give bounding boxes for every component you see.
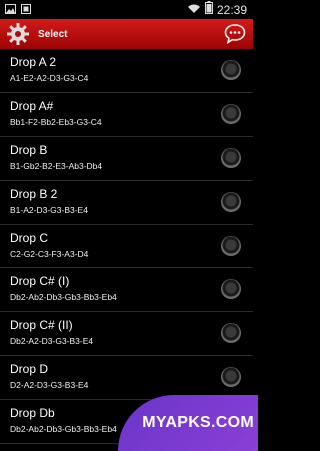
app-header: Select bbox=[0, 19, 253, 49]
radio-button[interactable] bbox=[221, 103, 241, 124]
radio-button[interactable] bbox=[221, 191, 241, 212]
radio-button[interactable] bbox=[221, 323, 241, 344]
tuning-notes: D2-A2-D3-G3-B3-E4 bbox=[10, 380, 89, 391]
status-bar: 22:39 bbox=[0, 0, 253, 19]
wifi-icon bbox=[187, 1, 201, 19]
image-icon bbox=[5, 1, 16, 19]
tuning-name: Drop C# (I) bbox=[10, 274, 70, 289]
list-item[interactable]: Drop C# (I) Db2-Ab2-Db3-Gb3-Bb3-Eb4 bbox=[0, 268, 253, 313]
tuning-name: Drop D bbox=[10, 362, 49, 377]
tuning-notes: Db2-Ab2-Db3-Gb3-Bb3-Eb4 bbox=[10, 424, 117, 435]
tuning-name: Drop B 2 bbox=[10, 186, 58, 201]
tuning-notes: Db2-A2-D3-G3-B3-E4 bbox=[10, 336, 94, 347]
tuning-name: Drop A 2 bbox=[10, 55, 57, 69]
list-item[interactable]: Drop D D2-A2-D3-G3-B3-E4 bbox=[0, 356, 253, 401]
radio-button[interactable] bbox=[221, 60, 241, 80]
tuning-notes: B1-A2-D3-G3-B3-E4 bbox=[10, 204, 88, 215]
list-item[interactable]: Drop B B1-Gb2-B2-E3-Ab3-Db4 bbox=[0, 137, 253, 181]
tuning-list: Drop A 2 A1-E2-A2-D3-G3-C4 Drop A# Bb1-F… bbox=[0, 49, 253, 450]
list-item[interactable]: Drop A# Bb1-F2-Bb2-Eb3-G3-C4 bbox=[0, 93, 253, 137]
radio-button[interactable] bbox=[221, 147, 241, 168]
screenshot-icon bbox=[21, 1, 31, 19]
tuning-name: Drop Db bbox=[10, 406, 55, 421]
list-item[interactable]: Drop C# (II) Db2-A2-D3-G3-B3-E4 bbox=[0, 312, 253, 357]
tuning-notes: Bb1-F2-Bb2-Eb3-G3-C4 bbox=[10, 116, 102, 127]
battery-icon bbox=[204, 0, 213, 19]
chat-bubble-icon[interactable] bbox=[223, 22, 247, 46]
status-time: 22:39 bbox=[216, 2, 247, 17]
list-item[interactable]: Drop A 2 A1-E2-A2-D3-G3-C4 bbox=[0, 49, 253, 93]
tuning-name: Drop A# bbox=[10, 98, 54, 113]
tuning-notes: C2-G2-C3-F3-A3-D4 bbox=[10, 248, 89, 259]
tuning-notes: Db2-Ab2-Db3-Gb3-Bb3-Eb4 bbox=[10, 292, 117, 303]
gear-icon[interactable] bbox=[4, 20, 32, 48]
list-item[interactable]: Drop B 2 B1-A2-D3-G3-B3-E4 bbox=[0, 181, 253, 225]
tuning-name: Drop C bbox=[10, 230, 49, 245]
tuning-name: Drop B bbox=[10, 142, 48, 157]
watermark-text: MYAPKS.COM bbox=[142, 414, 254, 431]
radio-button[interactable] bbox=[221, 367, 241, 388]
radio-button[interactable] bbox=[221, 279, 241, 300]
tuning-notes: A1-E2-A2-D3-G3-C4 bbox=[10, 73, 89, 83]
page-title: Select bbox=[38, 28, 68, 40]
tuning-name: Drop C# (II) bbox=[10, 318, 73, 333]
list-item[interactable]: Drop C C2-G2-C3-F3-A3-D4 bbox=[0, 225, 253, 269]
status-right: 22:39 bbox=[187, 0, 253, 19]
status-left bbox=[0, 1, 31, 19]
tuning-notes: B1-Gb2-B2-E3-Ab3-Db4 bbox=[10, 160, 103, 171]
radio-button[interactable] bbox=[221, 235, 241, 256]
